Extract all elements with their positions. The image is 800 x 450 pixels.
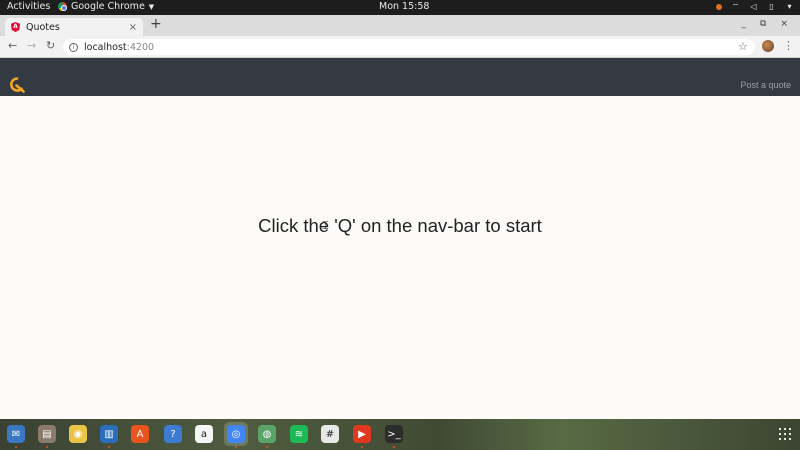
dock-amazon[interactable]: a xyxy=(192,422,216,446)
dock-browser[interactable]: ◍ xyxy=(255,422,279,448)
close-icon[interactable]: × xyxy=(129,22,137,33)
volume-icon: ◁ xyxy=(750,2,757,11)
tab-quotes[interactable]: A Quotes × xyxy=(5,18,143,36)
files-icon: ▤ xyxy=(38,425,56,443)
battery-icon: ▯ xyxy=(769,2,774,11)
system-tray[interactable]: ⌔ ◁ ▯ ▾ xyxy=(716,2,794,11)
dock-help[interactable]: ? xyxy=(161,422,185,446)
running-indicator xyxy=(15,446,17,448)
new-tab-button[interactable]: + xyxy=(150,16,162,32)
url-host: localhost xyxy=(84,41,127,53)
info-icon[interactable]: i xyxy=(69,42,78,52)
notification-dot-icon xyxy=(716,3,722,10)
browser-icon: ◍ xyxy=(258,425,276,443)
browser-toolbar: ← → ↻ i localhost :4200 ☆ ⋮ xyxy=(0,36,800,58)
app-menu-label: Google Chrome xyxy=(71,1,145,12)
activities-button[interactable]: Activities xyxy=(7,1,50,12)
url-port: :4200 xyxy=(126,41,155,53)
software-icon: A xyxy=(131,425,149,443)
dock-software[interactable]: A xyxy=(128,422,152,446)
chevron-down-icon: ▼ xyxy=(148,2,155,11)
bookmark-star-icon[interactable]: ☆ xyxy=(738,40,748,53)
chrome-icon: ◎ xyxy=(227,425,245,443)
dock-files[interactable]: ▤ xyxy=(35,422,59,448)
angular-favicon-icon: A xyxy=(11,22,20,32)
amazon-icon: a xyxy=(195,425,213,443)
running-indicator xyxy=(393,446,395,448)
show-applications-icon[interactable] xyxy=(779,428,791,440)
running-indicator xyxy=(108,446,110,448)
slack-icon: # xyxy=(321,425,339,443)
system-top-panel: Activities Google Chrome ▼ Mon 15:58 ⌔ ◁… xyxy=(0,0,800,15)
address-bar[interactable]: i localhost :4200 xyxy=(63,39,755,55)
post-quote-link[interactable]: Post a quote xyxy=(740,80,791,90)
q-logo-icon[interactable] xyxy=(9,77,25,93)
spotify-icon: ≋ xyxy=(290,425,308,443)
avatar[interactable] xyxy=(762,40,774,52)
writer-icon: ▥ xyxy=(100,425,118,443)
running-indicator xyxy=(46,446,48,448)
back-arrow-icon[interactable]: ← xyxy=(8,39,17,52)
dock-spotify[interactable]: ≋ xyxy=(287,422,311,446)
chevron-down-icon: ▾ xyxy=(787,2,792,11)
tab-title: Quotes xyxy=(26,21,60,33)
dock-video[interactable]: ▶ xyxy=(350,422,374,448)
wifi-icon: ⌔ xyxy=(731,2,740,11)
dock-rhythmbox[interactable]: ◉ xyxy=(66,422,90,446)
app-menu[interactable]: Google Chrome ▼ xyxy=(58,1,154,12)
ubuntu-dock: ✉ ▤ ◉ ▥ A? a ◎ ◍ ≋ # ▶ >_ xyxy=(0,419,800,450)
kebab-menu-icon[interactable]: ⋮ xyxy=(783,39,794,53)
help-icon: ? xyxy=(164,425,182,443)
dock-terminal[interactable]: >_ xyxy=(382,422,406,448)
running-indicator xyxy=(361,446,363,448)
dock-thunderbird[interactable]: ✉ xyxy=(4,422,28,448)
rhythmbox-icon: ◉ xyxy=(69,425,87,443)
forward-arrow-icon[interactable]: → xyxy=(27,39,36,52)
browser-tab-strip: A Quotes × xyxy=(0,15,800,36)
window-controls: _ ⧉ × xyxy=(742,19,788,29)
start-instruction: Click the 'Q' on the nav-bar to start xyxy=(258,215,542,236)
restore-icon[interactable]: ⧉ xyxy=(760,19,766,29)
thunderbird-icon: ✉ xyxy=(7,425,25,443)
running-indicator xyxy=(235,446,237,448)
running-indicator xyxy=(266,446,268,448)
text-cursor-icon: ⌶ xyxy=(322,219,329,232)
dock-writer[interactable]: ▥ xyxy=(97,422,121,448)
dock-chrome[interactable]: ◎ xyxy=(224,422,248,448)
minimize-icon[interactable]: _ xyxy=(742,19,747,29)
reload-icon[interactable]: ↻ xyxy=(46,39,55,52)
dock-slack[interactable]: # xyxy=(318,422,342,446)
video-icon: ▶ xyxy=(353,425,371,443)
app-navbar: Post a quote xyxy=(0,58,800,96)
close-window-icon[interactable]: × xyxy=(780,19,788,29)
clock[interactable]: Mon 15:58 xyxy=(379,1,429,12)
chrome-icon xyxy=(58,2,67,11)
terminal-icon: >_ xyxy=(385,425,403,443)
